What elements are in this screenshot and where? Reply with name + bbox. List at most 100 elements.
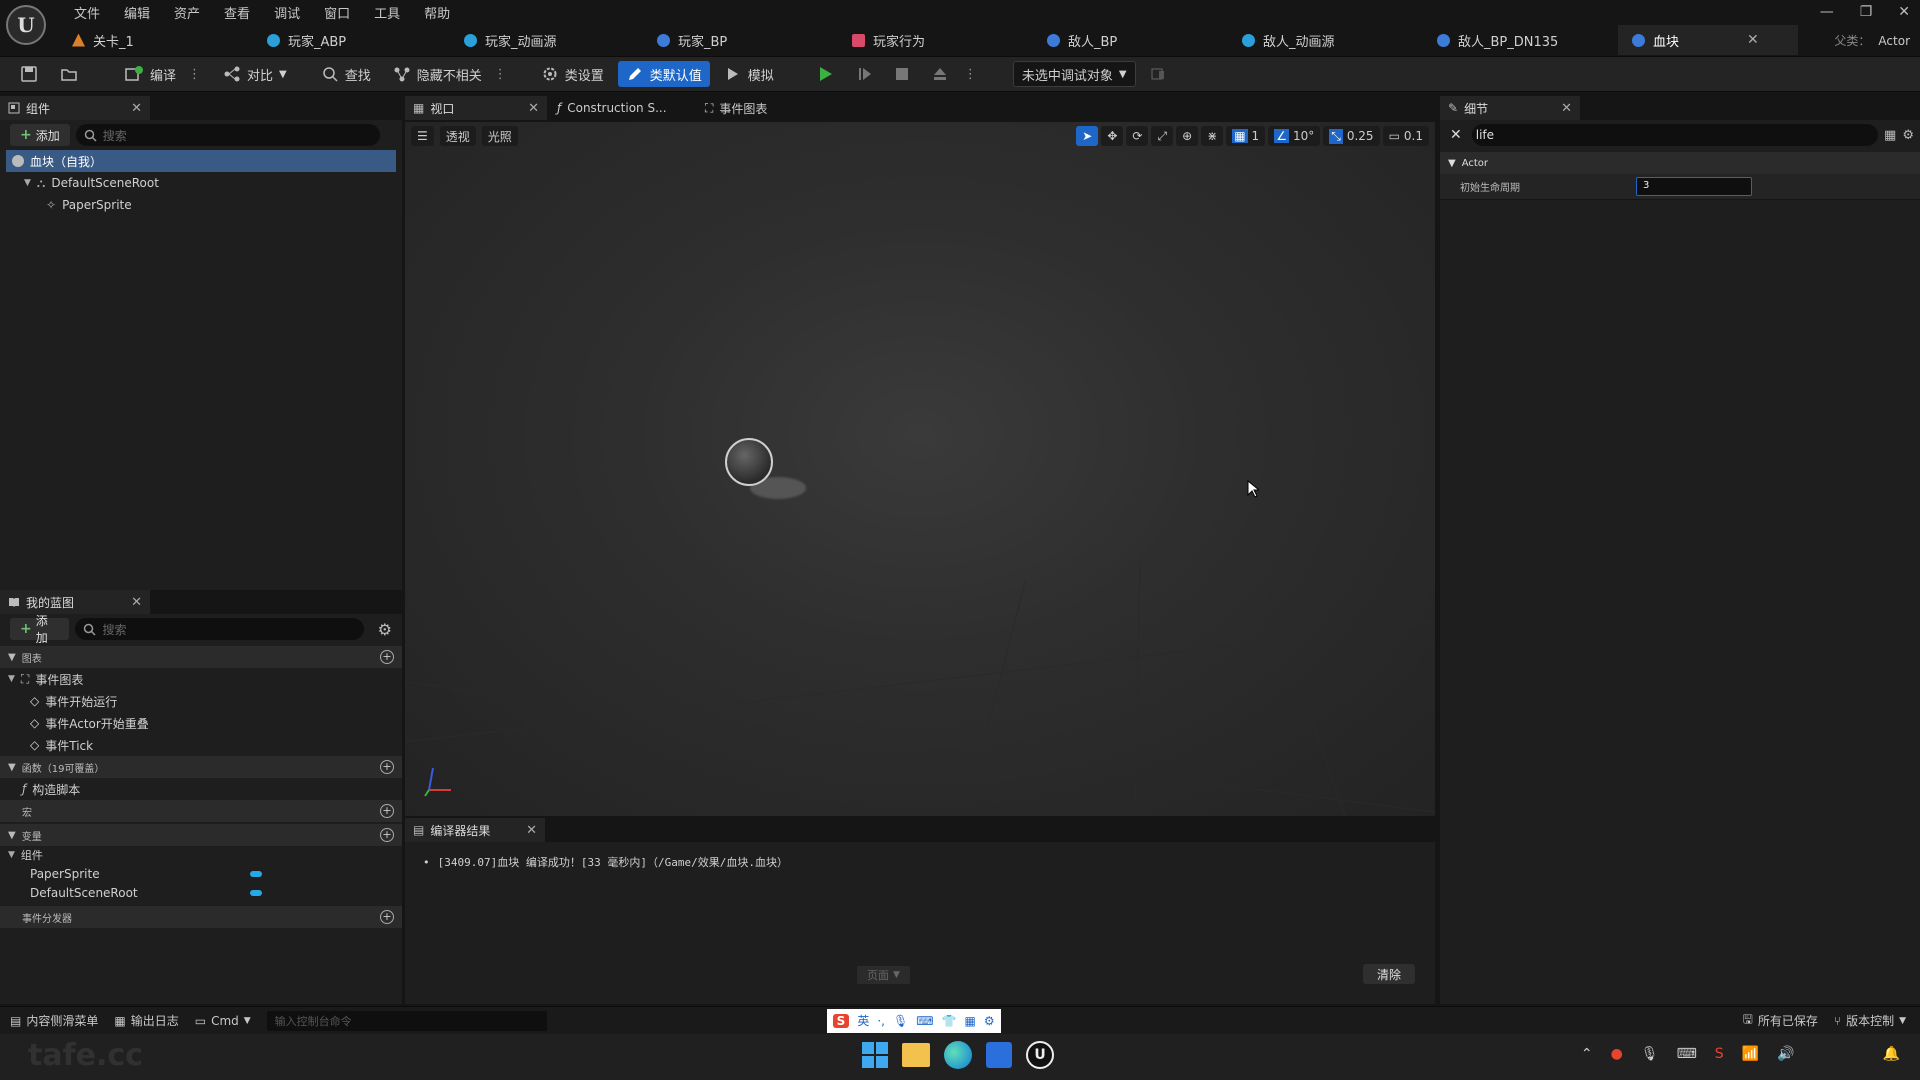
file-explorer-icon[interactable] [902,1043,930,1067]
perspective-button[interactable]: 透视 [439,126,476,146]
tray-expand-icon[interactable]: ⌃ [1581,1046,1593,1062]
add-dispatcher-icon[interactable]: + [380,910,394,924]
tray-keyboard-icon[interactable]: ⌨ [1677,1046,1697,1062]
my-blueprint-tab[interactable]: 我的蓝图 ✕ [0,590,150,614]
tab-blood-clot[interactable]: 血块 ✕ [1618,25,1798,55]
event-actor-begin-overlap[interactable]: ◇ 事件Actor开始重叠 [0,712,402,734]
ime-toolbar[interactable]: S 英 ·, 🎙 ⌨ 👕 ▦ ⚙ [826,1008,1001,1033]
debug-browse-button[interactable] [1142,61,1174,87]
menu-help[interactable]: 帮助 [412,3,462,22]
tab-viewport[interactable]: ▦ 视口 ✕ [405,96,547,120]
step-button[interactable] [848,61,880,87]
cmd-dropdown[interactable]: ▭ Cmd ▼ [195,1014,251,1028]
tray-app-icon[interactable]: ● [1611,1046,1623,1062]
graphs-header[interactable]: ▼ 图表 + [0,646,402,668]
tree-item-self[interactable]: 血块（自我） [6,150,396,172]
source-control-button[interactable]: ⑂ 版本控制 ▼ [1834,1012,1906,1029]
expand-arrow-icon[interactable]: ▼ [24,178,31,188]
unreal-logo-icon[interactable]: U [6,5,46,45]
camera-speed-button[interactable]: ▭ 0.1 [1382,126,1429,146]
menu-tools[interactable]: 工具 [362,3,412,22]
hide-unrelated-button[interactable]: 隐藏不相关 ⋮ [385,61,515,87]
wifi-icon[interactable]: 📶 [1742,1046,1759,1062]
grid-snap-button[interactable]: ▦ 1 [1226,126,1266,146]
tab-event-graph[interactable]: ⛶ 事件图表 [695,96,835,120]
tab-player-bp[interactable]: 玩家_BP [643,25,838,55]
menu-file[interactable]: 文件 [62,3,112,22]
scale-snap-button[interactable]: ⤡ 0.25 [1323,126,1380,146]
tab-player-abp[interactable]: 玩家_ABP [253,25,450,55]
compiler-log-text[interactable]: [3409.07]血块 编译成功！[33 毫秒内]（/Game/效果/血块.血块… [438,854,788,870]
diff-button[interactable]: 对比 ▼ [215,61,295,87]
table-view-icon[interactable]: ▦ [1884,128,1896,143]
compile-button[interactable]: 编译 ⋮ [116,61,209,87]
tab-enemy-anim-source[interactable]: 敌人_动画源 [1228,25,1423,55]
tab-enemy-bp-dn135[interactable]: 敌人_BP_DN135 [1423,25,1618,55]
scale-button[interactable]: ⤢ [1151,126,1174,146]
menu-edit[interactable]: 编辑 [112,3,162,22]
debug-target-dropdown[interactable]: 未选中调试对象 ▼ [1012,61,1136,87]
event-graph-item[interactable]: ▼ ⛶ 事件图表 [0,668,402,690]
menu-view[interactable]: 查看 [212,3,262,22]
close-icon[interactable]: ✕ [131,101,142,116]
components-group[interactable]: ▼ 组件 [0,846,402,864]
components-search-input[interactable]: 搜索 [75,124,380,146]
menu-asset[interactable]: 资产 [162,3,212,22]
functions-header[interactable]: ▼ 函数（19可覆盖） + [0,756,402,778]
lighting-button[interactable]: 光照 [481,126,518,146]
settings-gear-icon[interactable]: ⚙ [378,620,392,639]
event-dispatchers-header[interactable]: 事件分发器 + [0,906,402,928]
tree-item-default-scene-root[interactable]: ▼ ⛬ DefaultSceneRoot [6,172,396,194]
start-icon[interactable] [862,1042,888,1068]
viewport-menu-button[interactable]: ☰ [411,126,434,146]
close-icon[interactable]: ✕ [131,595,142,610]
menu-debug[interactable]: 调试 [262,3,312,22]
store-icon[interactable] [986,1042,1012,1068]
output-log-button[interactable]: ▦ 输出日志 [114,1012,178,1029]
find-button[interactable]: 查找 [313,61,379,87]
page-dropdown[interactable]: 页面 ▼ [857,966,910,984]
content-drawer-button[interactable]: ▤ 内容侧滑菜单 [10,1012,98,1029]
construction-script-item[interactable]: ƒ 构造脚本 [0,778,402,800]
world-local-button[interactable]: ⊕ [1176,126,1199,146]
class-settings-button[interactable]: 类设置 [533,61,612,87]
close-tab-icon[interactable]: ✕ [1747,32,1759,48]
my-blueprint-search-input[interactable]: 搜索 [75,618,364,640]
close-icon[interactable]: ✕ [528,101,539,116]
tab-player-behavior[interactable]: 玩家行为 [838,25,1033,55]
volume-icon[interactable]: 🔊 [1777,1046,1794,1062]
variable-default-scene-root[interactable]: DefaultSceneRoot [0,883,402,902]
add-macro-icon[interactable]: + [380,804,394,818]
actor-preview-sphere[interactable] [725,438,773,486]
tab-enemy-bp[interactable]: 敌人_BP [1033,25,1228,55]
tray-mic-icon[interactable]: 🎙 [1641,1046,1659,1062]
add-function-icon[interactable]: + [380,760,394,774]
notification-icon[interactable]: 🔔 [1883,1046,1900,1062]
viewport[interactable]: ☰ 透视 光照 ➤ ✥ ⟳ ⤢ ⊕ ⋇ ▦ 1 ∠ 10° ⤡ 0.25 ▭ 0… [405,122,1435,816]
edge-browser-icon[interactable] [944,1041,972,1069]
tray-sogou-icon[interactable]: S [1715,1046,1724,1062]
surface-snap-button[interactable]: ⋇ [1201,126,1224,146]
variable-paper-sprite[interactable]: PaperSprite [0,864,402,883]
rotation-snap-button[interactable]: ∠ 10° [1268,126,1321,146]
more-icon[interactable]: ⋮ [494,67,507,82]
add-graph-icon[interactable]: + [380,650,394,664]
tree-item-paper-sprite[interactable]: ✧ PaperSprite [6,194,396,216]
browse-button[interactable] [52,61,86,87]
actor-category-header[interactable]: ▼ Actor [1440,152,1920,174]
menu-window[interactable]: 窗口 [312,3,362,22]
parent-class-link[interactable]: Actor [1878,34,1910,48]
add-component-button[interactable]: + 添加 [10,124,70,146]
save-button[interactable] [12,61,46,87]
eject-button[interactable] [924,61,956,87]
select-mode-button[interactable]: ➤ [1076,126,1099,146]
initial-life-span-input[interactable]: 3 [1636,177,1752,196]
close-icon[interactable]: ✕ [1561,101,1572,116]
more-icon[interactable]: ⋮ [188,67,201,82]
details-search-input[interactable]: life [1471,124,1879,146]
components-tab[interactable]: 组件 ✕ [0,96,150,120]
tab-level[interactable]: 关卡_1 [58,25,253,55]
clear-search-icon[interactable]: ✕ [1446,127,1466,143]
all-saved-indicator[interactable]: 🖫 所有已保存 [1743,1010,1818,1031]
close-icon[interactable]: ✕ [526,823,537,838]
